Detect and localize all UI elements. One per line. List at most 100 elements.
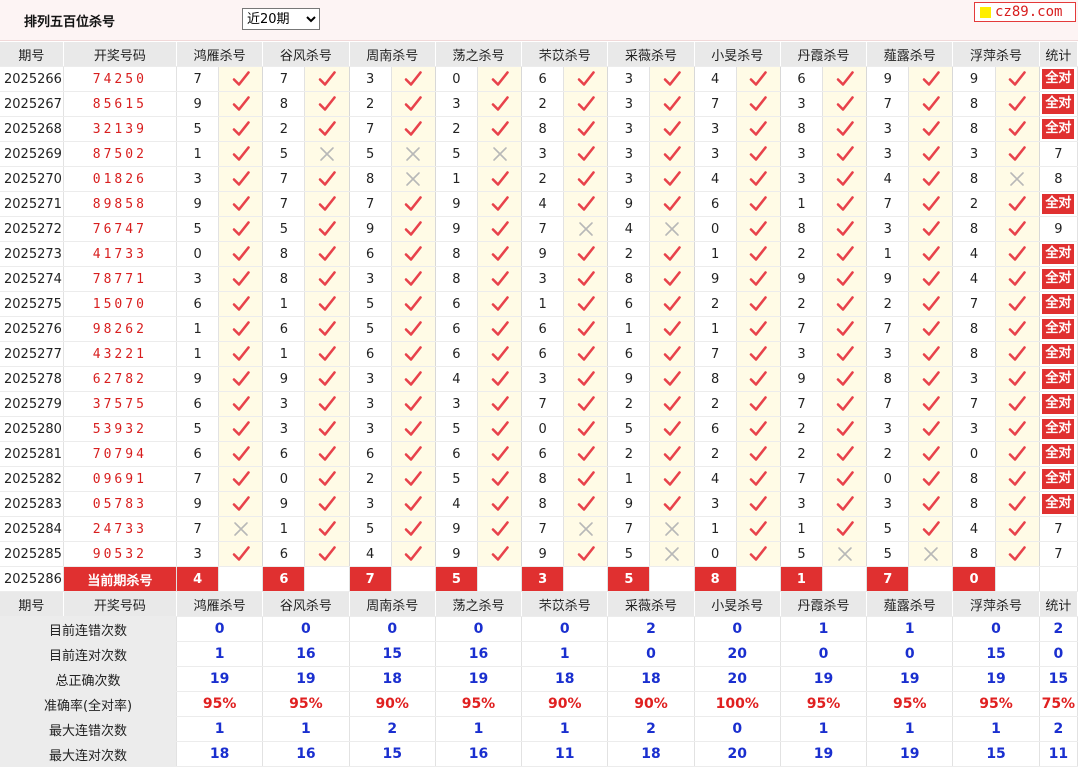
summary-value: 0 (952, 616, 1040, 642)
check-mark-icon (218, 441, 264, 467)
draw-number-cell: 37575 (63, 391, 178, 417)
current-kill-number: 6 (262, 566, 306, 592)
current-kill-label: 当前期杀号 (63, 566, 178, 592)
summary-value: 0 (435, 616, 523, 642)
check-mark-icon (822, 416, 868, 442)
kill-number-cell: 0 (694, 216, 737, 242)
header-expert[interactable]: 薤露杀号 (866, 42, 954, 67)
summary-value: 0 (866, 641, 954, 667)
kill-number-cell: 6 (435, 341, 478, 367)
summary-value: 15 (349, 741, 436, 767)
period-cell: 2025267 (0, 91, 64, 117)
header-expert[interactable]: 小旻杀号 (694, 591, 781, 617)
check-mark-icon (995, 441, 1040, 467)
draw-number-cell: 24733 (63, 516, 178, 542)
kill-number-cell: 2 (435, 116, 478, 142)
header-expert[interactable]: 薤露杀号 (866, 591, 954, 617)
kill-number-cell: 3 (349, 391, 392, 417)
stat-cell: 全对 (1039, 391, 1078, 417)
summary-value: 19 (780, 666, 868, 692)
kill-number-cell: 5 (176, 116, 220, 142)
kill-number-cell: 5 (262, 141, 306, 167)
kill-number-cell: 7 (262, 166, 306, 192)
check-mark-icon (908, 516, 954, 542)
header-expert[interactable]: 芣苡杀号 (521, 591, 609, 617)
cross-mark-icon (822, 541, 868, 567)
check-mark-icon (736, 91, 781, 117)
stat-cell: 8 (1039, 166, 1078, 192)
header-expert[interactable]: 鸿雁杀号 (176, 591, 264, 617)
draw-number-cell: 70794 (63, 441, 178, 467)
kill-number-cell: 2 (780, 416, 824, 442)
header-expert[interactable]: 芣苡杀号 (521, 42, 609, 67)
current-kill-spacer (649, 566, 695, 592)
check-mark-icon (477, 216, 523, 242)
page-title: 排列五百位杀号 (24, 15, 116, 30)
header-expert[interactable]: 丹霞杀号 (780, 42, 868, 67)
header-expert[interactable]: 采薇杀号 (607, 591, 695, 617)
header-expert[interactable]: 丹霞杀号 (780, 591, 868, 617)
top-bar: 排列五百位杀号 近20期 cz89.com (0, 0, 1078, 41)
check-mark-icon (736, 441, 781, 467)
summary-value: 18 (176, 741, 264, 767)
header-expert[interactable]: 采薇杀号 (607, 42, 695, 67)
kill-number-cell: 3 (780, 141, 824, 167)
cross-mark-icon (649, 216, 695, 242)
current-kill-number: 5 (607, 566, 651, 592)
check-mark-icon (304, 466, 350, 492)
check-mark-icon (304, 391, 350, 417)
check-mark-icon (908, 116, 954, 142)
summary-value: 18 (349, 666, 436, 692)
table-row: 2025282 09691 7 0 2 5 8 1 4 7 0 8 全对 (0, 466, 1078, 492)
kill-number-cell: 4 (435, 366, 478, 392)
kill-number-cell: 6 (349, 441, 392, 467)
stat-cell: 全对 (1039, 366, 1078, 392)
header-expert[interactable]: 荡之杀号 (435, 42, 523, 67)
kill-number-cell: 2 (521, 91, 565, 117)
table-row: 2025269 87502 1 5 5 5 3 3 3 3 3 3 7 (0, 141, 1078, 167)
check-mark-icon (736, 391, 781, 417)
check-mark-icon (563, 416, 609, 442)
cross-mark-icon (391, 141, 436, 167)
summary-row: 最大连错次数 1 1 2 1 1 2 0 1 1 1 2 (0, 716, 1078, 742)
kill-number-cell: 1 (176, 341, 220, 367)
kill-number-cell: 4 (952, 241, 996, 267)
kill-number-cell: 6 (694, 191, 737, 217)
header-expert[interactable]: 小旻杀号 (694, 42, 781, 67)
check-mark-icon (563, 116, 609, 142)
check-mark-icon (563, 241, 609, 267)
header-expert[interactable]: 荡之杀号 (435, 591, 523, 617)
check-mark-icon (391, 191, 436, 217)
kill-number-cell: 8 (694, 366, 737, 392)
current-period-cell: 2025286 (0, 566, 64, 592)
summary-stat-value: 11 (1039, 741, 1078, 767)
header-expert[interactable]: 浮萍杀号 (952, 591, 1040, 617)
check-mark-icon (304, 441, 350, 467)
summary-value: 19 (435, 666, 523, 692)
header-expert[interactable]: 周南杀号 (349, 591, 436, 617)
summary-value: 90% (521, 691, 609, 717)
kill-number-cell: 9 (780, 366, 824, 392)
kill-number-cell: 8 (866, 366, 910, 392)
period-cell: 2025266 (0, 66, 64, 92)
kill-number-cell: 2 (349, 91, 392, 117)
kill-number-cell: 9 (607, 366, 651, 392)
current-kill-spacer (736, 566, 781, 592)
check-mark-icon (736, 516, 781, 542)
kill-number-cell: 3 (607, 66, 651, 92)
kill-number-cell: 0 (435, 66, 478, 92)
brand-logo[interactable]: cz89.com (974, 2, 1076, 22)
period-cell: 2025284 (0, 516, 64, 542)
table-row: 2025274 78771 3 8 3 8 3 8 9 9 9 4 全对 (0, 266, 1078, 292)
kill-number-cell: 2 (866, 441, 910, 467)
check-mark-icon (995, 141, 1040, 167)
period-range-select[interactable]: 近20期 (242, 8, 320, 30)
summary-value: 95% (262, 691, 350, 717)
current-kill-number: 4 (176, 566, 220, 592)
header-expert[interactable]: 周南杀号 (349, 42, 436, 67)
header-expert[interactable]: 鸿雁杀号 (176, 42, 264, 67)
header-expert[interactable]: 谷风杀号 (262, 42, 350, 67)
header-expert[interactable]: 浮萍杀号 (952, 42, 1040, 67)
check-mark-icon (736, 266, 781, 292)
header-expert[interactable]: 谷风杀号 (262, 591, 350, 617)
